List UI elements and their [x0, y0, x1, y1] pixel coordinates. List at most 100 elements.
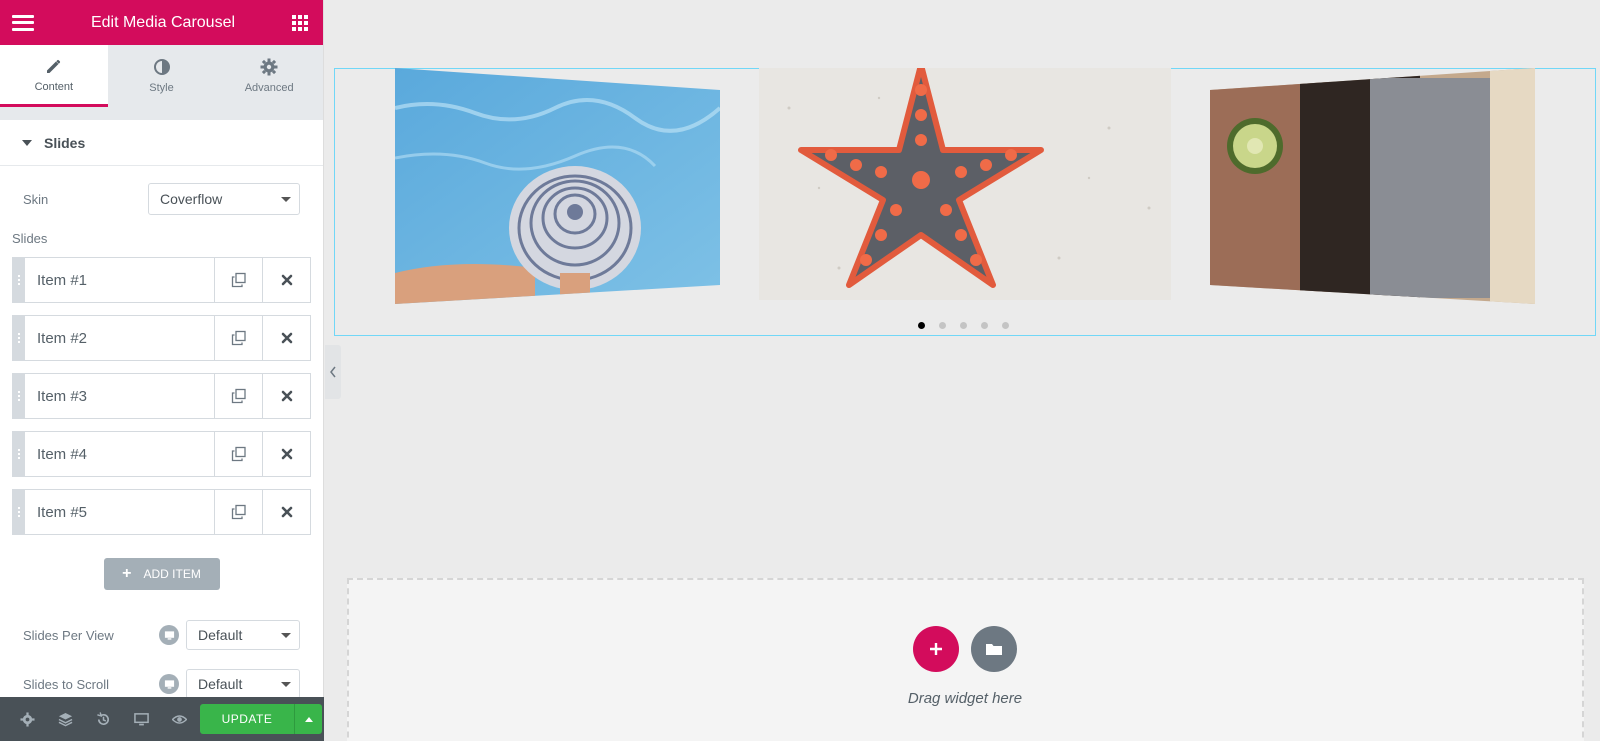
slide-item-title[interactable]: Item #5	[25, 490, 214, 534]
section-separator	[0, 108, 323, 120]
tab-style[interactable]: Style	[107, 45, 216, 107]
drag-handle-icon[interactable]	[13, 490, 25, 534]
slide-item-4: Item #4	[12, 431, 311, 477]
carousel-slide-image[interactable]	[759, 68, 1171, 300]
history-button[interactable]	[84, 697, 122, 741]
remove-button[interactable]	[262, 258, 310, 302]
menu-icon[interactable]	[12, 14, 34, 31]
panel-footer: UPDATE	[0, 697, 324, 741]
slides-repeater: Item #1 Item #2 Item #3 Item #4 Item #5	[0, 257, 323, 535]
device-switcher-button[interactable]	[159, 674, 179, 694]
navigator-button[interactable]	[46, 697, 84, 741]
remove-button[interactable]	[262, 490, 310, 534]
section-slides-header[interactable]: Slides	[0, 120, 323, 166]
add-item-button[interactable]: + ADD ITEM	[103, 558, 220, 590]
desktop-icon	[164, 679, 174, 689]
carousel-pagination	[918, 322, 1023, 329]
chevron-down-icon	[281, 632, 291, 638]
remove-button[interactable]	[262, 432, 310, 476]
close-icon	[281, 448, 292, 460]
skin-value: Coverflow	[160, 191, 223, 207]
skin-control: Skin Coverflow	[0, 183, 323, 215]
duplicate-icon	[231, 272, 246, 288]
close-icon	[281, 332, 292, 344]
pagination-dot[interactable]	[960, 322, 967, 329]
duplicate-button[interactable]	[214, 258, 262, 302]
close-icon	[281, 274, 292, 286]
drag-widget-hint: Drag widget here	[907, 690, 1023, 707]
panel-title: Edit Media Carousel	[90, 13, 236, 31]
add-section-buttons	[913, 626, 1017, 672]
update-button[interactable]: UPDATE	[200, 704, 294, 734]
panel-tabs: Content Style Advanced	[0, 45, 324, 108]
settings-icon	[19, 711, 35, 727]
pagination-dot[interactable]	[918, 322, 925, 329]
add-item-label: ADD ITEM	[143, 567, 201, 581]
slides-to-scroll-value: Default	[198, 676, 243, 692]
duplicate-icon	[231, 388, 246, 404]
carousel-slide-image[interactable]	[1210, 68, 1535, 304]
navigator-icon	[58, 712, 72, 726]
preview-icon	[171, 714, 187, 724]
responsive-mode-button[interactable]	[122, 697, 160, 741]
tab-label: Style	[149, 82, 174, 94]
pagination-dot[interactable]	[939, 322, 946, 329]
slides-per-view-value: Default	[198, 627, 243, 643]
template-library-button[interactable]	[971, 626, 1017, 672]
tab-content[interactable]: Content	[0, 45, 108, 107]
add-section-button[interactable]	[913, 626, 959, 672]
slides-per-view-label: Slides Per View	[23, 627, 114, 643]
drag-handle-icon[interactable]	[13, 316, 25, 360]
slide-item-2: Item #2	[12, 315, 311, 361]
slides-to-scroll-control: Slides to Scroll Default	[0, 668, 323, 700]
carousel-slide-image[interactable]	[395, 68, 720, 304]
drag-handle-icon[interactable]	[13, 432, 25, 476]
duplicate-button[interactable]	[214, 374, 262, 418]
duplicate-icon	[231, 446, 246, 462]
contrast-icon	[153, 59, 170, 75]
duplicate-button[interactable]	[214, 432, 262, 476]
slide-item-5: Item #5	[12, 489, 311, 535]
slides-per-view-control: Slides Per View Default	[0, 619, 323, 651]
device-switcher-button[interactable]	[159, 625, 179, 645]
slides-per-view-inputs: Default	[159, 620, 300, 650]
chevron-down-icon	[281, 196, 291, 202]
skin-select[interactable]: Coverflow	[148, 183, 300, 215]
tab-advanced[interactable]: Advanced	[215, 45, 324, 107]
duplicate-icon	[231, 330, 246, 346]
settings-button[interactable]	[8, 697, 46, 741]
slides-to-scroll-select[interactable]: Default	[186, 669, 300, 699]
history-icon	[96, 711, 109, 725]
panel-header: Edit Media Carousel	[0, 0, 323, 45]
section-title: Slides	[44, 134, 86, 151]
chevron-up-icon	[304, 716, 313, 722]
slide-item-title[interactable]: Item #3	[25, 374, 214, 418]
drag-handle-icon[interactable]	[13, 374, 25, 418]
pagination-dot[interactable]	[1002, 322, 1009, 329]
remove-button[interactable]	[262, 374, 310, 418]
responsive-icon	[133, 712, 149, 725]
starfish-image	[759, 68, 1171, 300]
preview-button[interactable]	[160, 697, 198, 741]
plus-icon: +	[122, 565, 132, 582]
slides-per-view-select[interactable]: Default	[186, 620, 300, 650]
chevron-down-icon	[281, 681, 291, 687]
duplicate-button[interactable]	[214, 490, 262, 534]
pagination-dot[interactable]	[981, 322, 988, 329]
duplicate-button[interactable]	[214, 316, 262, 360]
duplicate-icon	[231, 504, 246, 520]
desktop-icon	[164, 630, 174, 640]
save-options-button[interactable]	[294, 704, 322, 734]
slide-item-title[interactable]: Item #1	[25, 258, 214, 302]
slide-item-title[interactable]: Item #4	[25, 432, 214, 476]
pencil-icon	[46, 59, 60, 73]
remove-button[interactable]	[262, 316, 310, 360]
collapse-panel-button[interactable]	[325, 345, 341, 399]
drag-handle-icon[interactable]	[13, 258, 25, 302]
tab-label: Advanced	[244, 82, 294, 94]
skin-label: Skin	[23, 191, 49, 207]
widgets-grid-icon[interactable]	[292, 14, 308, 31]
gear-icon	[260, 58, 278, 76]
slide-item-title[interactable]: Item #2	[25, 316, 214, 360]
close-icon	[281, 390, 292, 402]
